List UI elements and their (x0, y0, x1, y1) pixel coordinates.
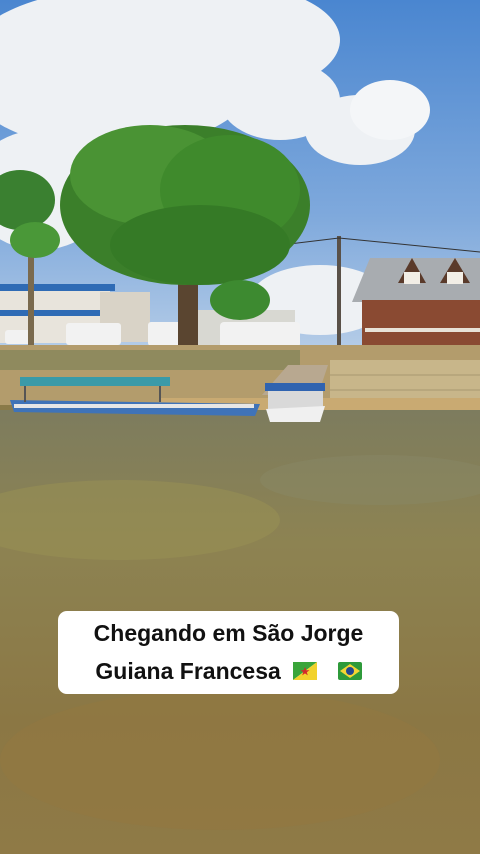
brazil-flag-icon (337, 653, 362, 691)
french-guiana-flag-icon (293, 653, 318, 691)
palm-tree-mid (210, 280, 270, 320)
video-caption: Chegando em São Jorge Guiana Francesa (58, 611, 399, 694)
caption-line-1: Chegando em São Jorge (93, 619, 364, 646)
caption-line-2-text: Guiana Francesa (95, 657, 281, 684)
utility-pole (337, 236, 341, 351)
riverside-photo (0, 0, 480, 854)
small-boat (265, 383, 325, 422)
caption-line-2: Guiana Francesa (95, 652, 362, 692)
right-building (352, 258, 480, 345)
